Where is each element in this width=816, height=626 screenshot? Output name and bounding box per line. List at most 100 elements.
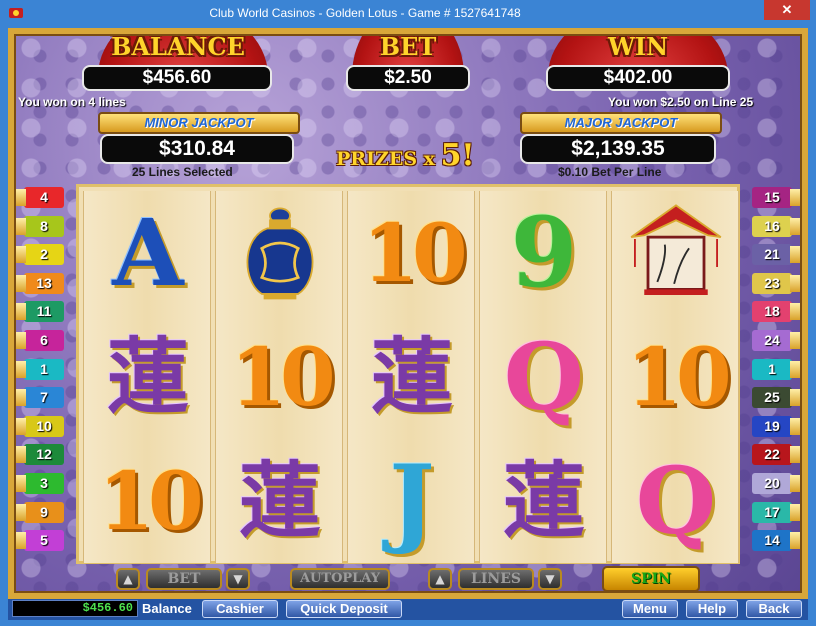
payline-badge[interactable]: 1 [12,358,64,380]
payline-badge[interactable]: 19 [752,415,804,437]
bet-display: BET [146,568,222,590]
slot-game-area: BALANCE $456.60 BET $2.50 WIN $402.00 Yo… [8,28,808,599]
lines-selected-caption: 25 Lines Selected [132,165,233,179]
symbol-glyph: 10 [362,206,467,300]
symbol-glyph: 蓮 [106,329,189,425]
payline-badge[interactable]: 20 [752,473,804,494]
reel-symbol [216,191,344,315]
symbol-glyph: 蓮 [370,329,453,425]
win-label: WIN [607,32,669,61]
spin-button[interactable]: SPIN [602,566,700,592]
reel-symbol: 蓮 [216,439,344,563]
reel-symbol: 蓮 [84,315,212,439]
symbol-glyph: 蓮 [238,453,321,549]
minor-jackpot-banner: MINOR JACKPOT [98,112,300,134]
reel-symbol: 9 [480,191,608,315]
lines-up-button[interactable]: ▲ [428,568,452,590]
bet-value: $2.50 [346,65,470,91]
symbol-glyph: Q [635,447,717,555]
payline-badge[interactable]: 9 [12,501,64,523]
prizes-text: PRIZES x [336,148,435,170]
reel-symbol: 蓮 [480,439,608,563]
reel-3: 10 蓮 J [347,191,475,563]
major-jackpot-value: $2,139.35 [520,134,716,164]
payline-badge[interactable]: 15 [752,187,804,208]
payline-badge[interactable]: 6 [12,330,64,351]
balance-readout: $456.60 [12,600,138,617]
reel-window: A 蓮 10 10 蓮 10 蓮 J 9 Q 蓮 10 Q [76,184,740,564]
reel-4: 9 Q蓮 [479,191,607,563]
bet-down-button[interactable]: ▼ [226,568,250,590]
payline-badge[interactable]: 22 [752,444,804,466]
reel-1: A 蓮 10 [83,191,211,563]
win-value: $402.00 [546,65,730,91]
reel-symbol: 10 [216,315,344,439]
back-button[interactable]: Back [746,600,802,618]
payline-badge[interactable]: 23 [752,272,804,294]
reel-symbol: J [348,439,476,563]
payline-badge[interactable]: 25 [752,387,804,409]
symbol-glyph: A [112,199,184,307]
symbol-glyph: 蓮 [502,453,585,549]
reel-symbol: 10 [84,439,212,563]
bet-up-button[interactable]: ▲ [116,568,140,590]
symbol-glyph: 10 [98,454,203,548]
payline-badge[interactable]: 14 [752,530,804,552]
reel-2: 10 蓮 [215,191,343,563]
symbol-glyph: J [389,444,435,557]
reel-symbol: Q [480,315,608,439]
menu-button[interactable]: Menu [622,600,678,618]
payline-badge[interactable]: 8 [12,215,64,237]
close-window-button[interactable]: ✕ [764,0,810,20]
autoplay-button[interactable]: AUTOPLAY [290,568,390,590]
symbol-glyph: Q [503,323,585,431]
cashier-button[interactable]: Cashier [202,600,278,618]
reel-symbol [612,191,740,315]
payline-badge[interactable]: 2 [12,244,64,266]
payline-badge[interactable]: 5 [12,530,64,552]
reel-symbol: 10 [348,191,476,315]
prizes-multiplier: PRIZES x 5! [336,138,475,173]
lines-down-button[interactable]: ▼ [538,568,562,590]
reel-symbol: A [84,191,212,315]
balance-caption: Balance [142,601,192,616]
payline-badge[interactable]: 4 [12,187,64,208]
lines-display: LINES [458,568,534,590]
line-win-message: You won $2.50 on Line 25 [608,95,754,109]
reel-5: 10 Q [611,191,739,563]
payline-badge[interactable]: 12 [12,444,64,466]
payline-badge[interactable]: 18 [752,301,804,323]
bet-per-line-caption: $0.10 Bet Per Line [558,165,662,179]
symbol-glyph: 10 [626,330,731,424]
payline-badge[interactable]: 17 [752,501,804,523]
payline-badge[interactable]: 16 [752,215,804,237]
prizes-multiplier-value: 5! [440,138,475,173]
major-jackpot-banner: MAJOR JACKPOT [520,112,722,134]
symbol-glyph: 9 [510,196,578,309]
payline-badge[interactable]: 13 [12,272,64,294]
reel-symbol: 10 [612,315,740,439]
bottom-toolbar: $456.60 Balance Cashier Quick Deposit Me… [8,599,808,620]
bet-label: BET [379,32,437,61]
reel-symbol: 蓮 [348,315,476,439]
window-title: Club World Casinos - Golden Lotus - Game… [209,6,521,20]
vase-symbol-icon [246,207,314,300]
title-bar: Club World Casinos - Golden Lotus - Game… [0,0,816,28]
balance-value: $456.60 [82,65,272,91]
payline-badge[interactable]: 11 [12,301,64,323]
help-button[interactable]: Help [686,600,738,618]
payline-badge[interactable]: 10 [12,415,64,437]
payline-badge[interactable]: 24 [752,330,804,351]
payline-badge[interactable]: 21 [752,244,804,266]
payline-badge[interactable]: 3 [12,473,64,494]
reel-symbol: Q [612,439,740,563]
quick-deposit-button[interactable]: Quick Deposit [286,600,402,618]
app-window: Club World Casinos - Golden Lotus - Game… [0,0,816,626]
win-lines-message: You won on 4 lines [18,95,126,109]
pagoda-symbol-icon [630,204,722,295]
payline-badge[interactable]: 7 [12,387,64,409]
balance-label: BALANCE [111,32,245,61]
payline-badge[interactable]: 1 [752,358,804,380]
symbol-glyph: 10 [230,330,335,424]
minor-jackpot-value: $310.84 [100,134,294,164]
